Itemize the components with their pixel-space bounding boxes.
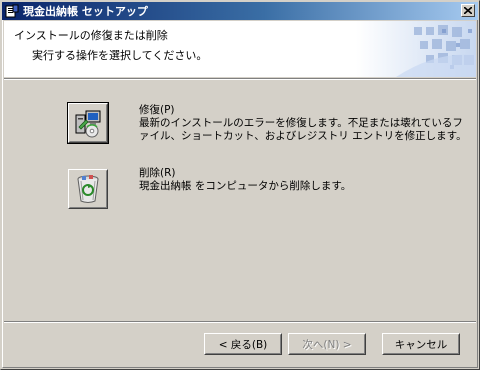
header-banner-graphic (356, 21, 476, 77)
repair-option-label[interactable]: 修復(P) (139, 104, 467, 117)
header-title: インストールの修復または削除 (14, 29, 168, 42)
next-button-label: 次へ(N) > (302, 338, 352, 351)
setup-window: 現金出納帳 セットアップ インストールの修復または削除 実行する操作を選択してく… (0, 0, 480, 370)
header-subtitle: 実行する操作を選択してください。 (32, 49, 208, 62)
recycle-bin-icon (77, 175, 99, 203)
remove-option-button[interactable] (68, 169, 108, 209)
next-button[interactable]: 次へ(N) > (288, 333, 366, 355)
wizard-header: インストールの修復または削除 実行する操作を選択してください。 (4, 21, 476, 77)
installer-app-icon (5, 4, 19, 18)
close-button[interactable] (461, 4, 475, 17)
repair-option-button[interactable] (67, 102, 109, 144)
remove-option-text: 削除(R) 現金出納帳 をコンピュータから削除します。 (139, 167, 351, 193)
header-separator (4, 78, 476, 80)
back-button[interactable]: < 戻る(B) (204, 333, 282, 355)
back-button-label: < 戻る(B) (218, 338, 268, 351)
remove-option-label[interactable]: 削除(R) (139, 167, 351, 180)
window-title: 現金出納帳 セットアップ (23, 5, 148, 18)
cancel-button[interactable]: キャンセル (382, 333, 460, 355)
repair-option-description-line1: 最新のインストールのエラーを修復します。不足または壊れているフ (139, 117, 463, 129)
cancel-button-label: キャンセル (394, 338, 448, 351)
remove-option-description: 現金出納帳 をコンピュータから削除します。 (139, 180, 352, 192)
repair-option-description-line2: ァイル、ショートカット、およびレジストリ エントリを修正します。 (139, 130, 467, 142)
repair-option-text: 修復(P) 最新のインストールのエラーを修復します。不足または壊れているフ ァイ… (139, 104, 467, 143)
repair-icon (75, 110, 101, 138)
close-icon (464, 7, 472, 14)
title-bar[interactable]: 現金出納帳 セットアップ (2, 2, 478, 20)
footer-separator (4, 321, 476, 323)
